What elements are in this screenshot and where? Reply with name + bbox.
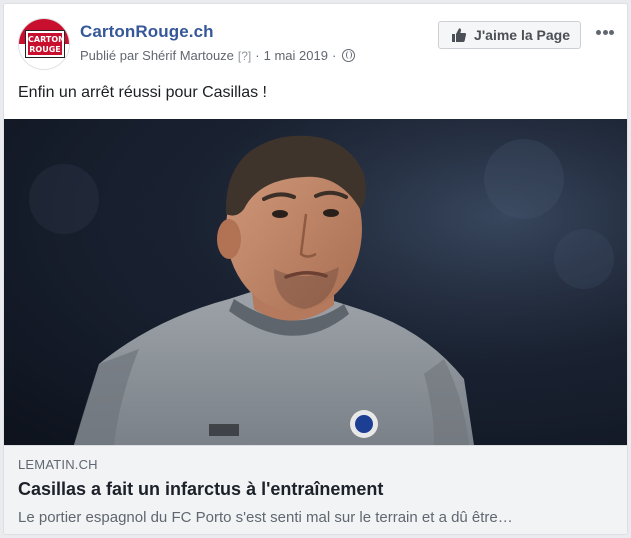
published-by-text: Publié par Shérif Martouze [80,48,234,63]
dot [596,29,601,35]
globe-icon[interactable] [342,49,356,62]
ellipsis-icon[interactable] [593,24,617,40]
link-domain: LEMATIN.CH [18,457,98,472]
post-photo[interactable] [4,119,627,445]
meta-separator: · [255,48,260,63]
thumbs-up-icon [452,28,467,42]
post-message: Enfin un arrêt réussi pour Casillas ! [18,84,267,101]
link-title[interactable]: Casillas a fait un infarctus à l'entraîn… [18,479,383,500]
like-page-button[interactable]: J'aime la Page [438,21,581,49]
link-description: Le portier espagnol du FC Porto s'est se… [18,509,513,526]
like-page-label: J'aime la Page [474,27,570,43]
link-preview[interactable]: LEMATIN.CH Casillas a fait un infarctus … [4,445,627,534]
dot [602,29,608,35]
post-meta: Publié par Shérif Martouze [?] · 1 mai 2… [80,48,356,63]
page-name-link[interactable]: CartonRouge.ch [80,22,214,42]
publisher-info-link[interactable]: [?] [238,49,251,63]
dot [609,29,614,35]
facebook-post-card: CARTON ROUGE CartonRouge.ch Publié par Sh… [3,3,628,535]
goalkeeper-photo-illustration [4,119,627,445]
page-avatar[interactable]: CARTON ROUGE [18,18,70,70]
carton-rouge-logo: CARTON ROUGE [26,31,65,57]
post-header: CARTON ROUGE CartonRouge.ch Publié par Sh… [18,18,617,74]
post-date-link[interactable]: 1 mai 2019 [264,48,328,63]
meta-separator: · [331,48,337,63]
